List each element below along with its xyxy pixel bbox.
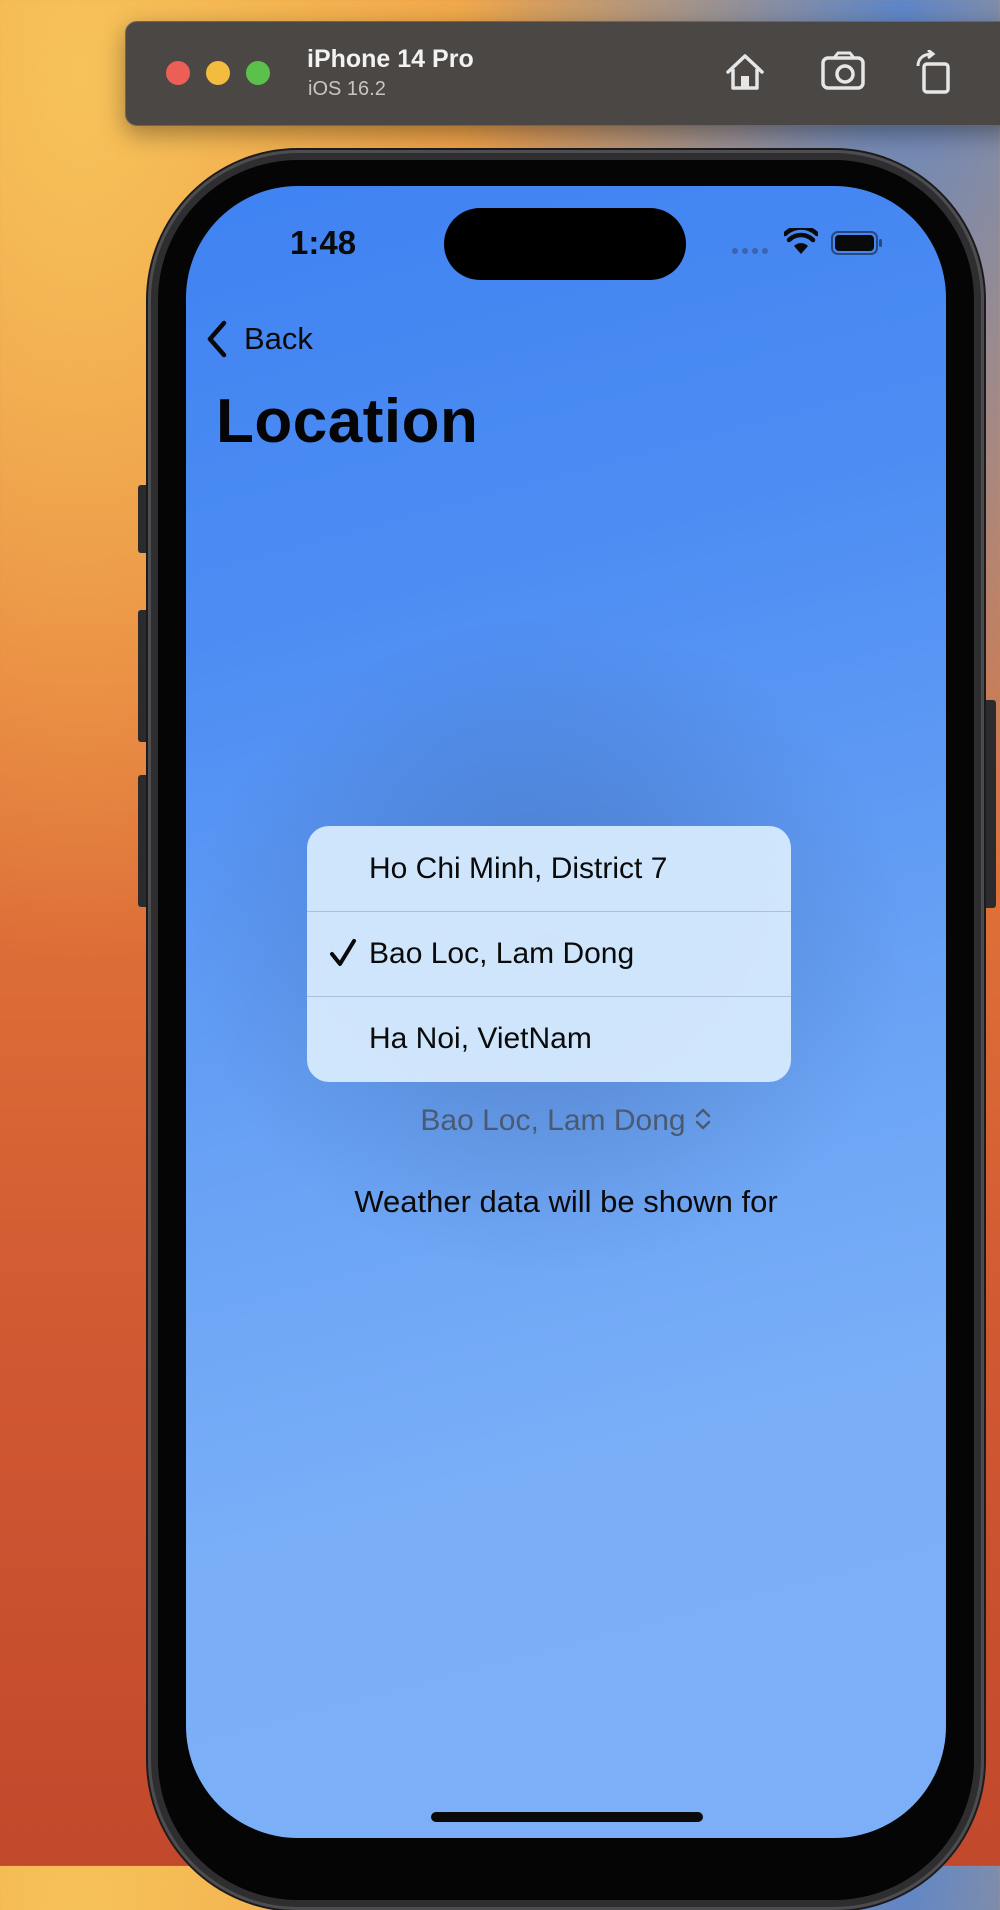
device-name: iPhone 14 Pro (307, 45, 474, 73)
rotate-icon[interactable] (912, 50, 958, 94)
chevron-up-down-icon (695, 1108, 710, 1130)
screenshot-icon[interactable] (820, 50, 866, 94)
power-button (982, 700, 996, 908)
minimize-window-button[interactable] (206, 61, 230, 85)
menu-item-ho-chi-minh[interactable]: Ho Chi Minh, District 7 (307, 826, 791, 911)
weather-caption: Weather data will be shown for (354, 1184, 778, 1219)
home-indicator[interactable] (431, 1812, 703, 1822)
menu-item-label: Bao Loc, Lam Dong (369, 937, 635, 970)
battery-icon (831, 231, 882, 255)
cellular-icon (732, 248, 768, 254)
wifi-icon (784, 228, 818, 254)
chevron-left-icon (207, 320, 227, 358)
back-button[interactable]: Back (204, 314, 313, 364)
phone-screen: 1:48 Back Location Ho Chi Minh, District… (186, 186, 946, 1838)
menu-item-label: Ha Noi, VietNam (369, 1022, 592, 1055)
dynamic-island (444, 208, 686, 280)
back-label: Back (244, 321, 313, 356)
location-menu: Ho Chi Minh, District 7 Bao Loc, Lam Don… (307, 826, 791, 1082)
menu-item-bao-loc[interactable]: Bao Loc, Lam Dong (307, 911, 791, 996)
location-picker[interactable]: Bao Loc, Lam Dong (186, 1104, 946, 1138)
checkmark-icon (330, 939, 356, 966)
menu-item-label: Ho Chi Minh, District 7 (369, 851, 668, 885)
picker-value: Bao Loc, Lam Dong (420, 1104, 686, 1137)
zoom-window-button[interactable] (246, 61, 270, 85)
menu-item-ha-noi[interactable]: Ha Noi, VietNam (307, 996, 791, 1081)
close-window-button[interactable] (166, 61, 190, 85)
home-icon[interactable] (722, 50, 768, 94)
page-title: Location (216, 387, 479, 456)
status-time: 1:48 (290, 224, 357, 261)
os-version: iOS 16.2 (308, 78, 386, 100)
